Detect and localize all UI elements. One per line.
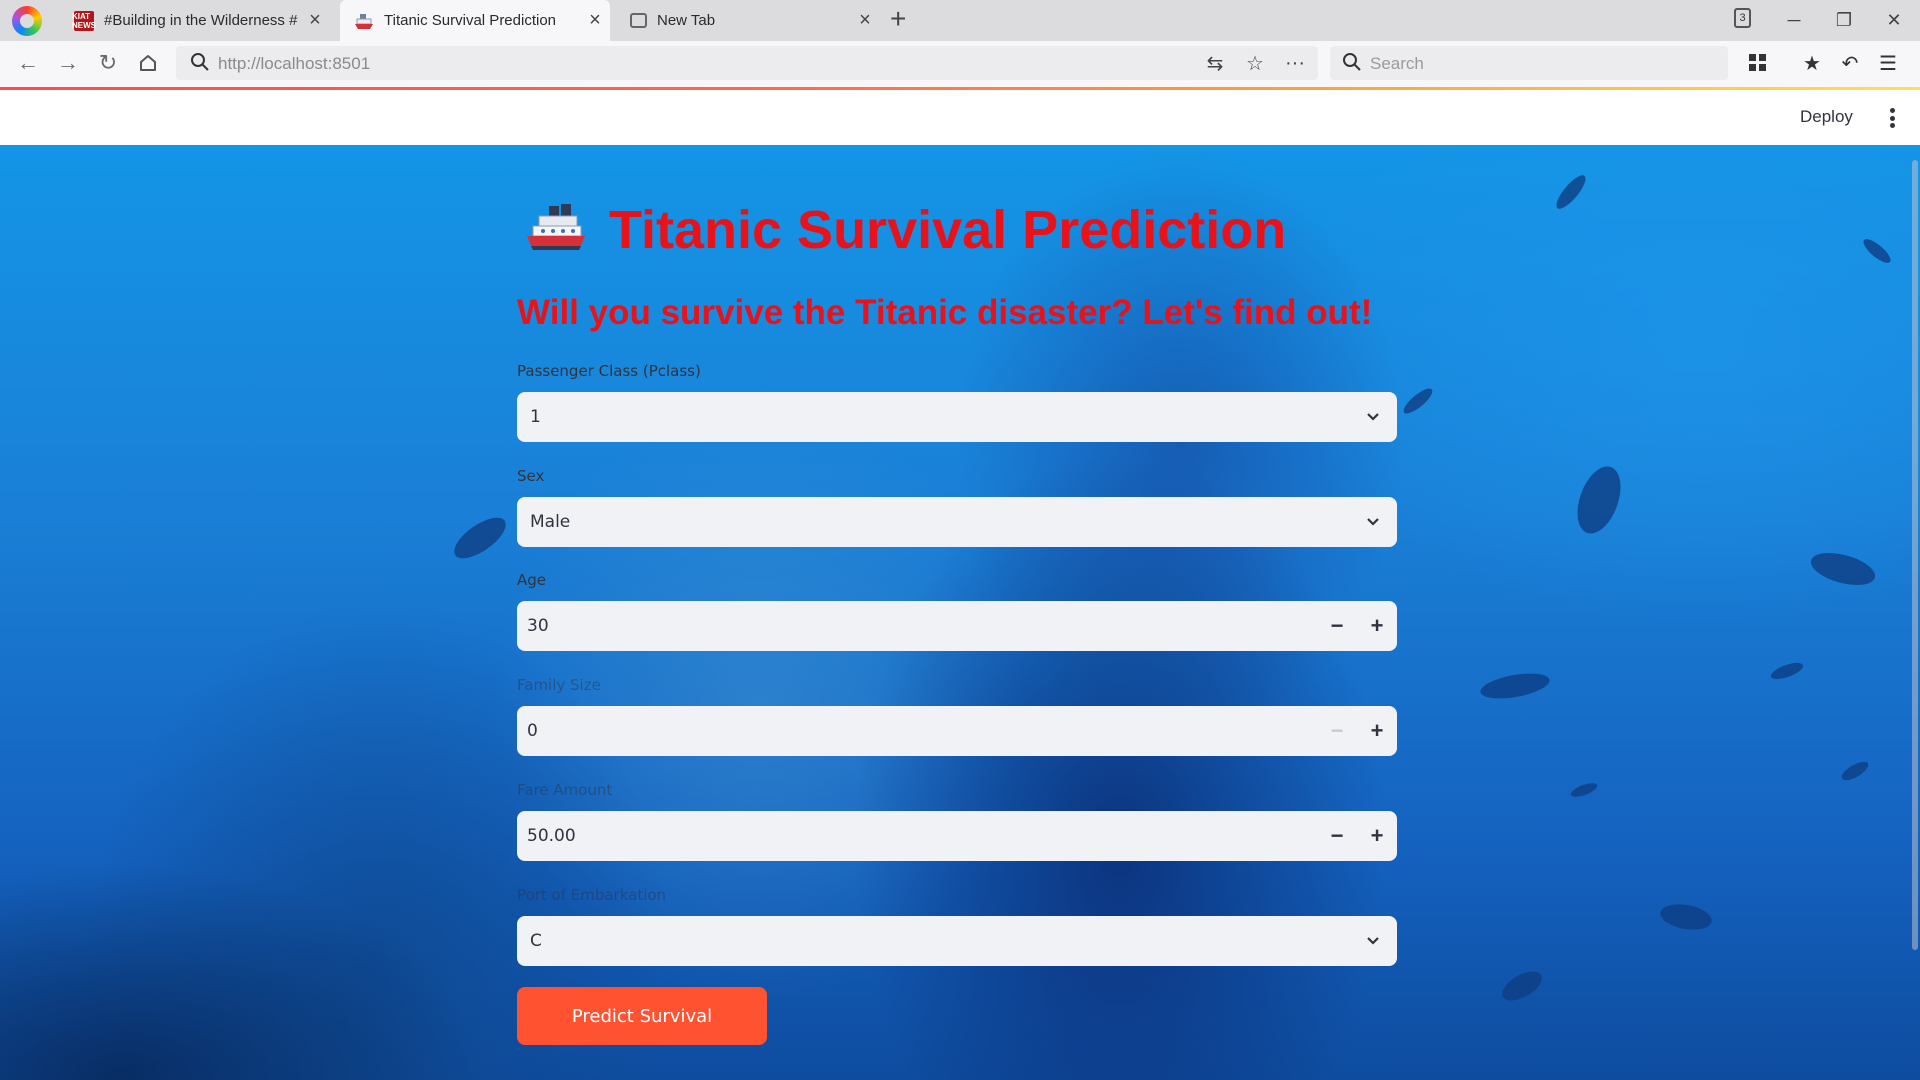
browser-tab-strip: KIAT NEWS #Building in the Wilderness # … — [0, 0, 1920, 41]
fish-decoration — [1860, 235, 1894, 267]
sex-label: Sex — [517, 467, 545, 485]
address-bar[interactable]: http://localhost:8501 ⇆ ☆ ··· — [176, 46, 1318, 80]
home-icon[interactable] — [132, 47, 164, 79]
sex-select[interactable]: Male — [517, 497, 1397, 547]
tab-new-tab[interactable]: New Tab × — [616, 0, 880, 41]
fish-decoration — [1552, 171, 1590, 213]
bookmark-star-icon[interactable]: ☆ — [1240, 49, 1270, 77]
sex-value: Male — [530, 512, 571, 532]
newtab-favicon-icon — [630, 13, 647, 28]
age-increment-button[interactable]: + — [1357, 601, 1397, 651]
close-tab-icon[interactable]: × — [300, 9, 330, 32]
fish-decoration — [1478, 669, 1552, 703]
fish-decoration — [1839, 758, 1871, 784]
search-placeholder: Search — [1370, 54, 1424, 73]
chevron-down-icon[interactable] — [1365, 513, 1381, 534]
page-subtitle: Will you survive the Titanic disaster? L… — [517, 293, 1373, 332]
embarked-select[interactable]: C — [517, 916, 1397, 966]
more-dots-icon[interactable]: ··· — [1280, 49, 1310, 77]
page-title: Titanic Survival Prediction — [525, 199, 1286, 261]
search-icon — [1342, 52, 1362, 77]
undo-icon[interactable]: ↶ — [1834, 47, 1866, 79]
fare-decrement-button[interactable]: − — [1317, 811, 1357, 861]
tab-titanic[interactable]: Titanic Survival Prediction × — [340, 0, 610, 41]
app-header: Deploy — [0, 90, 1920, 145]
predict-survival-button[interactable]: Predict Survival — [517, 987, 767, 1045]
fish-decoration — [1569, 460, 1629, 540]
search-box[interactable]: Search — [1330, 46, 1728, 80]
family-size-value[interactable]: 0 — [527, 721, 538, 741]
family-size-number-input[interactable]: 0 − + — [517, 706, 1397, 756]
url-text[interactable]: http://localhost:8501 — [218, 54, 370, 74]
back-icon[interactable]: ← — [12, 47, 44, 79]
fare-increment-button[interactable]: + — [1357, 811, 1397, 861]
fish-decoration — [1497, 965, 1547, 1007]
tab-title: #Building in the Wilderness # — [104, 12, 298, 29]
pclass-label: Passenger Class (Pclass) — [517, 362, 701, 380]
fare-value[interactable]: 50.00 — [527, 826, 576, 846]
translate-icon[interactable]: ⇆ — [1200, 49, 1230, 77]
kebab-menu-icon[interactable] — [1882, 104, 1902, 132]
browser-nav-bar: ← → ↻ http://localhost:8501 ⇆ ☆ ··· Sear… — [0, 41, 1920, 87]
apps-grid-icon[interactable] — [1742, 47, 1774, 79]
url-host: http://localhost — [218, 54, 328, 73]
age-number-input[interactable]: 30 − + — [517, 601, 1397, 651]
tab-title: Titanic Survival Prediction — [384, 12, 557, 29]
ship-icon — [525, 202, 587, 258]
page-scrollbar[interactable] — [1912, 160, 1918, 950]
embarked-value: C — [530, 931, 542, 951]
fish-decoration — [1768, 659, 1806, 683]
age-decrement-button[interactable]: − — [1317, 601, 1357, 651]
news-favicon-icon: KIAT NEWS — [72, 10, 96, 31]
close-tab-icon[interactable]: × — [850, 9, 880, 32]
restore-icon[interactable]: ❐ — [1822, 0, 1866, 41]
favorites-icon[interactable]: ★ — [1796, 47, 1828, 79]
app-background: Titanic Survival Prediction Will you sur… — [0, 145, 1920, 1080]
fish-decoration — [1658, 900, 1714, 934]
tab-building-wilderness[interactable]: KIAT NEWS #Building in the Wilderness # … — [60, 0, 330, 41]
family-size-increment-button[interactable]: + — [1357, 706, 1397, 756]
close-tab-icon[interactable]: × — [580, 9, 610, 32]
tab-count-badge[interactable]: 3 — [1734, 8, 1751, 28]
age-label: Age — [517, 571, 547, 589]
search-icon — [190, 52, 210, 77]
embarked-label: Port of Embarkation — [517, 886, 667, 904]
tab-title: New Tab — [657, 12, 716, 29]
pclass-select[interactable]: 1 — [517, 392, 1397, 442]
pclass-value: 1 — [530, 407, 541, 427]
fare-label: Fare Amount — [517, 781, 613, 799]
fare-number-input[interactable]: 50.00 − + — [517, 811, 1397, 861]
chevron-down-icon[interactable] — [1365, 408, 1381, 429]
minimize-icon[interactable]: ─ — [1772, 0, 1816, 41]
fish-decoration — [1400, 384, 1436, 418]
age-value[interactable]: 30 — [527, 616, 549, 636]
page-title-text: Titanic Survival Prediction — [609, 200, 1287, 260]
menu-icon[interactable]: ☰ — [1872, 47, 1904, 79]
fish-decoration — [1569, 780, 1599, 800]
chevron-down-icon[interactable] — [1365, 932, 1381, 953]
reload-icon[interactable]: ↻ — [92, 47, 124, 79]
family-size-label: Family Size — [517, 676, 601, 694]
browser-logo-icon[interactable] — [12, 6, 42, 36]
forward-icon[interactable]: → — [52, 47, 84, 79]
url-port: :8501 — [327, 54, 371, 73]
fish-decoration — [1807, 546, 1879, 592]
close-window-icon[interactable]: ✕ — [1872, 0, 1916, 41]
deploy-button[interactable]: Deploy — [1800, 107, 1853, 127]
fish-decoration — [447, 510, 513, 566]
ship-favicon-icon — [354, 11, 374, 31]
new-tab-plus-icon[interactable]: + — [890, 3, 906, 35]
family-size-decrement-button[interactable]: − — [1317, 706, 1357, 756]
